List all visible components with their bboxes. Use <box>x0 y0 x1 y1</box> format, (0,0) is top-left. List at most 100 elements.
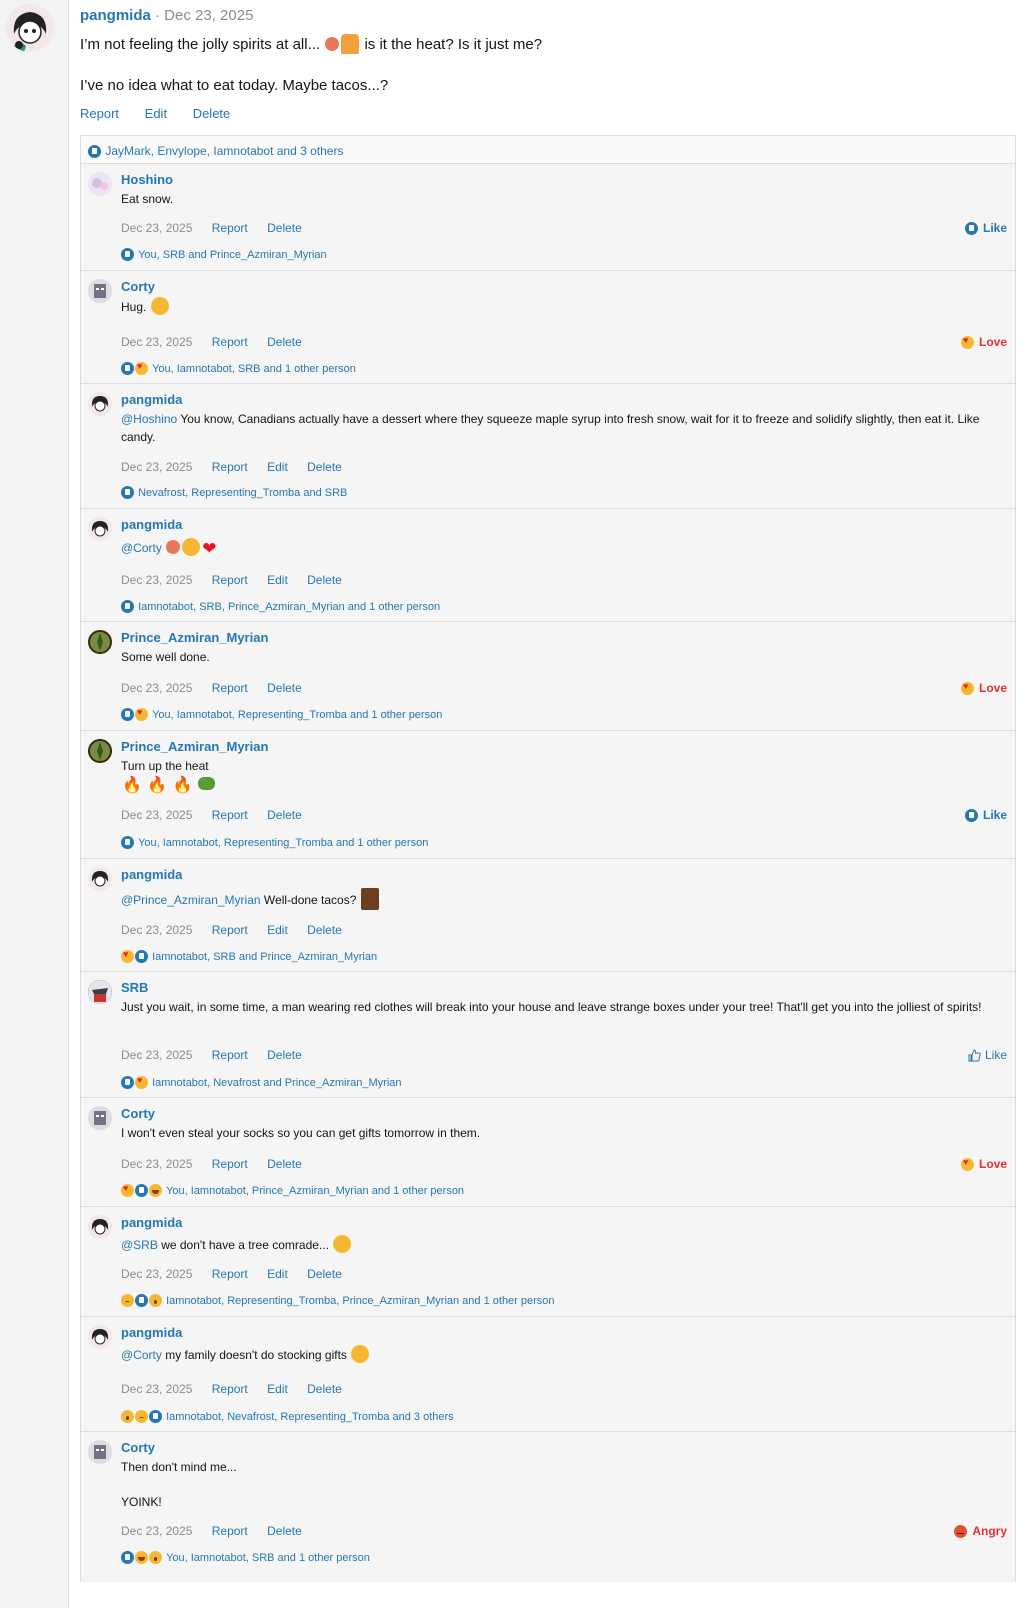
reaction-summary[interactable]: Iamnotabot, SRB and Prince_Azmiran_Myria… <box>121 949 377 963</box>
post-author-avatar[interactable] <box>6 4 54 52</box>
comment-date[interactable]: Dec 23, 2025 <box>121 1524 192 1538</box>
love-button[interactable]: Love <box>960 681 1007 695</box>
mention-link[interactable]: @Prince_Azmiran_Myrian <box>121 893 261 907</box>
edit-link[interactable]: Edit <box>267 1382 288 1396</box>
love-button[interactable]: Love <box>960 335 1007 349</box>
comment-date[interactable]: Dec 23, 2025 <box>121 1157 192 1171</box>
report-link[interactable]: Report <box>212 1524 248 1538</box>
delete-link[interactable]: Delete <box>267 1048 302 1062</box>
avatar[interactable] <box>88 1440 112 1464</box>
like-button[interactable]: Like <box>964 808 1007 822</box>
reaction-summary[interactable]: You, Iamnotabot, SRB and 1 other person <box>121 361 356 375</box>
report-link[interactable]: Report <box>212 335 248 349</box>
comment-date[interactable]: Dec 23, 2025 <box>121 923 192 937</box>
report-link[interactable]: Report <box>212 1157 248 1171</box>
edit-link[interactable]: Edit <box>267 460 288 474</box>
avatar[interactable] <box>88 630 112 654</box>
comment-date[interactable]: Dec 23, 2025 <box>121 1267 192 1281</box>
comment-author[interactable]: pangmida <box>121 867 182 882</box>
mention-link[interactable]: @Corty <box>121 541 162 555</box>
report-link[interactable]: Report <box>212 681 248 695</box>
edit-link[interactable]: Edit <box>267 573 288 587</box>
reaction-summary[interactable]: Iamnotabot, Representing_Tromba, Prince_… <box>121 1294 555 1307</box>
post-reactions-summary[interactable]: JayMark, Envylope, Iamnotabot and 3 othe… <box>105 144 343 158</box>
report-link[interactable]: Report <box>212 1382 248 1396</box>
post-report-link[interactable]: Report <box>80 106 119 121</box>
comment-date[interactable]: Dec 23, 2025 <box>121 681 192 695</box>
delete-link[interactable]: Delete <box>307 923 342 937</box>
comment-date[interactable]: Dec 23, 2025 <box>121 573 192 587</box>
mention-link[interactable]: @Hoshino <box>121 412 177 426</box>
avatar[interactable] <box>88 1106 112 1130</box>
comment-author[interactable]: pangmida <box>121 1325 182 1340</box>
comment-author[interactable]: Hoshino <box>121 172 173 187</box>
comment-author[interactable]: pangmida <box>121 517 182 532</box>
comment-date[interactable]: Dec 23, 2025 <box>121 1382 192 1396</box>
report-link[interactable]: Report <box>212 573 248 587</box>
reaction-summary-text: You, Iamnotabot, SRB and 1 other person <box>166 1551 370 1564</box>
delete-link[interactable]: Delete <box>267 335 302 349</box>
comment-author[interactable]: Prince_Azmiran_Myrian <box>121 739 268 754</box>
comment-date[interactable]: Dec 23, 2025 <box>121 335 192 349</box>
post-author[interactable]: pangmida <box>80 7 151 24</box>
post-edit-link[interactable]: Edit <box>145 106 167 121</box>
delete-link[interactable]: Delete <box>267 1157 302 1171</box>
edit-link[interactable]: Edit <box>267 923 288 937</box>
like-reaction-icon <box>121 708 134 721</box>
post-reactions-bar[interactable]: JayMark, Envylope, Iamnotabot and 3 othe… <box>80 135 1016 164</box>
report-link[interactable]: Report <box>212 460 248 474</box>
mention-link[interactable]: @Corty <box>121 1348 162 1362</box>
reaction-label: Love <box>978 1157 1007 1171</box>
angry-button[interactable]: Angry <box>954 1524 1007 1538</box>
avatar[interactable] <box>88 1215 112 1239</box>
comment-date[interactable]: Dec 23, 2025 <box>121 221 192 235</box>
comment-author[interactable]: Corty <box>121 1106 155 1121</box>
comment-date[interactable]: Dec 23, 2025 <box>121 808 192 822</box>
avatar[interactable] <box>88 279 112 303</box>
reaction-summary[interactable]: You, Iamnotabot, SRB and 1 other person <box>121 1551 370 1564</box>
delete-link[interactable]: Delete <box>267 681 302 695</box>
delete-link[interactable]: Delete <box>267 221 302 235</box>
comment-author[interactable]: Corty <box>121 279 155 294</box>
delete-link[interactable]: Delete <box>307 1267 342 1281</box>
comment-author[interactable]: pangmida <box>121 1215 182 1230</box>
avatar[interactable] <box>88 980 112 1004</box>
reaction-summary[interactable]: Nevafrost, Representing_Tromba and SRB <box>121 486 347 499</box>
reaction-summary[interactable]: Iamnotabot, SRB, Prince_Azmiran_Myrian a… <box>121 600 440 613</box>
edit-link[interactable]: Edit <box>267 1267 288 1281</box>
delete-link[interactable]: Delete <box>307 573 342 587</box>
reaction-summary[interactable]: You, Iamnotabot, Prince_Azmiran_Myrian a… <box>121 1183 464 1197</box>
comment-author[interactable]: SRB <box>121 980 148 995</box>
report-link[interactable]: Report <box>212 221 248 235</box>
report-link[interactable]: Report <box>212 808 248 822</box>
comment-date[interactable]: Dec 23, 2025 <box>121 460 192 474</box>
reaction-summary[interactable]: Iamnotabot, Nevafrost, Representing_Trom… <box>121 1410 454 1423</box>
post-delete-link[interactable]: Delete <box>193 106 231 121</box>
report-link[interactable]: Report <box>212 1048 248 1062</box>
avatar[interactable] <box>88 739 112 763</box>
reaction-summary[interactable]: You, SRB and Prince_Azmiran_Myrian <box>121 248 327 261</box>
like-button[interactable]: Like <box>968 1048 1007 1062</box>
post-date[interactable]: · Dec 23, 2025 <box>155 7 253 24</box>
love-button[interactable]: Love <box>960 1157 1007 1171</box>
comment-date[interactable]: Dec 23, 2025 <box>121 1048 192 1062</box>
like-button[interactable]: Like <box>964 221 1007 235</box>
comment-author[interactable]: Prince_Azmiran_Myrian <box>121 630 268 645</box>
avatar[interactable] <box>88 517 112 541</box>
reaction-summary[interactable]: Iamnotabot, Nevafrost and Prince_Azmiran… <box>121 1075 402 1089</box>
comment-author[interactable]: Corty <box>121 1440 155 1455</box>
reaction-summary[interactable]: You, Iamnotabot, Representing_Tromba and… <box>121 836 428 849</box>
comment-author[interactable]: pangmida <box>121 392 182 407</box>
delete-link[interactable]: Delete <box>267 808 302 822</box>
avatar[interactable] <box>88 1325 112 1349</box>
reaction-summary[interactable]: You, Iamnotabot, Representing_Tromba and… <box>121 707 442 721</box>
avatar[interactable] <box>88 392 112 416</box>
delete-link[interactable]: Delete <box>307 460 342 474</box>
report-link[interactable]: Report <box>212 923 248 937</box>
avatar[interactable] <box>88 172 112 196</box>
report-link[interactable]: Report <box>212 1267 248 1281</box>
delete-link[interactable]: Delete <box>307 1382 342 1396</box>
delete-link[interactable]: Delete <box>267 1524 302 1538</box>
avatar[interactable] <box>88 867 112 891</box>
mention-link[interactable]: @SRB <box>121 1238 158 1252</box>
